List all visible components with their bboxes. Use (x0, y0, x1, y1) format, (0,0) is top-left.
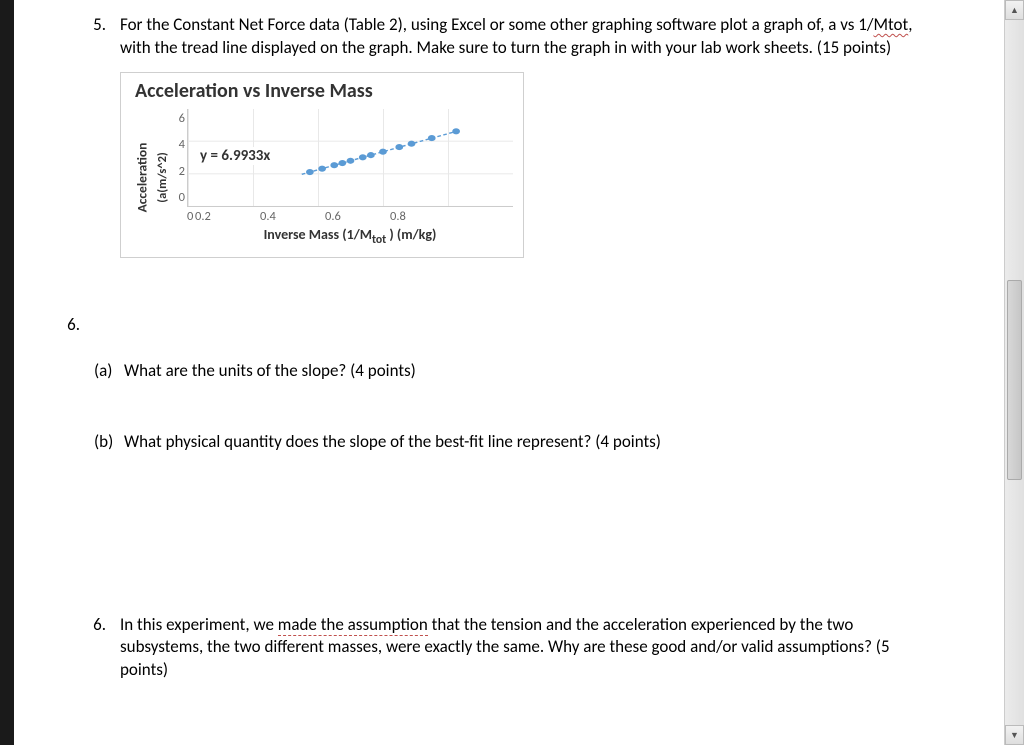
q6b-text-1: In this experiment, we (120, 614, 278, 635)
chart-title: Acceleration vs Inverse Mass (135, 79, 513, 103)
q5-mtot-wavy: Mtot (873, 14, 908, 35)
q6b-body: In this experiment, we made the assumpti… (120, 614, 936, 683)
chart-plot-area: y = 6.9933x (187, 109, 513, 207)
ytick: 2 (171, 164, 185, 179)
document-page: 5. For the Constant Net Force data (Tabl… (14, 0, 1004, 745)
chart-container: Acceleration vs Inverse Mass Acceleratio… (120, 72, 524, 258)
chevron-up-icon: ▲ (1010, 5, 1019, 16)
chart-ylabel: Acceleration (134, 143, 151, 213)
chart-xticks: 0 0.2 0.4 0.6 0.8 (187, 209, 513, 224)
vertical-scrollbar[interactable]: ▲ ▼ (1004, 0, 1024, 745)
q5-text-1: For the Constant Net Force data (Table 2… (120, 14, 873, 35)
chart-xlabel: Inverse Mass (1/Mtot ) (m/kg) (187, 226, 513, 247)
ytick: 6 (171, 111, 185, 126)
ytick: 0 (171, 190, 185, 205)
xtick: 0.8 (390, 209, 455, 224)
scroll-down-button[interactable]: ▼ (1005, 725, 1024, 745)
question-5: 5. For the Constant Net Force data (Tabl… (80, 14, 936, 60)
q6-number: 6. (54, 314, 94, 454)
q6a-text: What are the units of the slope? (4 poin… (124, 360, 416, 383)
q6-part-a: (a) What are the units of the slope? (4 … (94, 360, 936, 383)
xtick: 0.6 (325, 209, 390, 224)
scroll-thumb[interactable] (1007, 280, 1022, 480)
q6b-number: 6. (80, 614, 120, 683)
chart-ylabel-sub: (a(m/s^2) (155, 152, 170, 203)
question-6: 6. (a) What are the units of the slope? … (80, 314, 936, 454)
chevron-down-icon: ▼ (1010, 730, 1019, 741)
ytick: 4 (171, 137, 185, 152)
q6a-letter: (a) (94, 360, 124, 383)
data-series (307, 129, 460, 175)
margin-strip (0, 0, 14, 745)
q6b-text: What physical quantity does the slope of… (124, 431, 661, 454)
question-6-assumption: 6. In this experiment, we made the assum… (80, 614, 936, 683)
q6b-underlined: made the assumption (278, 614, 428, 636)
q6-part-b: (b) What physical quantity does the slop… (94, 431, 936, 454)
q6b-letter: (b) (94, 431, 124, 454)
xtick: 0.4 (260, 209, 325, 224)
q5-body: For the Constant Net Force data (Table 2… (120, 14, 936, 60)
scroll-up-button[interactable]: ▲ (1005, 0, 1024, 20)
q5-number: 5. (80, 14, 120, 60)
chart-equation: y = 6.9933x (200, 147, 270, 165)
chart-yticks: 6 4 2 0 (171, 111, 187, 205)
xtick: 0.2 (195, 209, 260, 224)
